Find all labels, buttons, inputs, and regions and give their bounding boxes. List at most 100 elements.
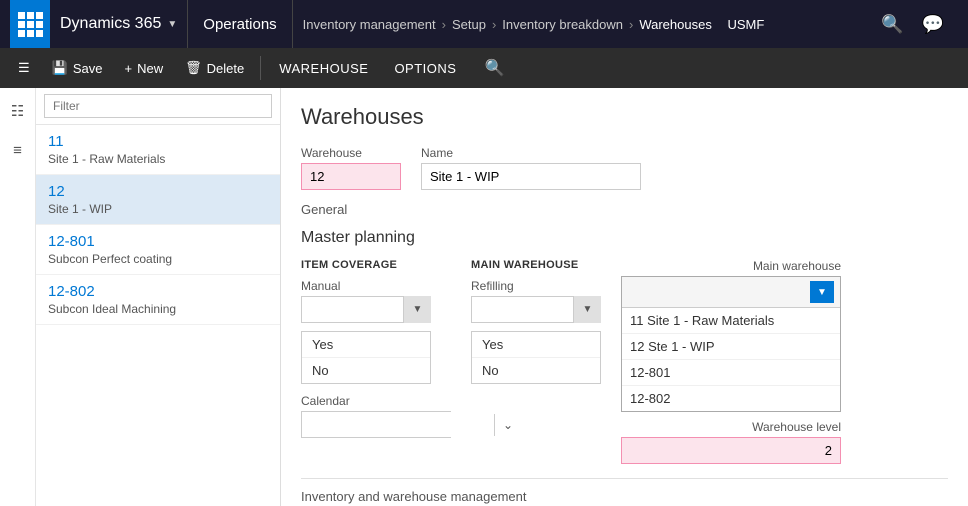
sidebar-item-12-801[interactable]: 12-801 Subcon Perfect coating [36, 225, 280, 275]
calendar-field: Calendar ⌄ [301, 394, 451, 438]
breadcrumb-sep-1: › [442, 17, 446, 32]
mw-dropdown-arrow-icon[interactable]: ▼ [810, 281, 834, 303]
sidebar-item-12-802-id: 12-802 [48, 283, 268, 300]
breadcrumb-item-2[interactable]: Setup [452, 17, 486, 32]
mw-item-1[interactable]: 11 Site 1 - Raw Materials [622, 308, 840, 333]
main-warehouse-dropdown: ▼ 11 Site 1 - Raw Materials 12 Ste 1 - W… [621, 276, 841, 412]
nav-actions: 🔍 💬 [867, 10, 958, 39]
mw-item-3[interactable]: 12-801 [622, 359, 840, 385]
breadcrumb-item-3[interactable]: Inventory breakdown [502, 17, 623, 32]
manual-label: Manual [301, 279, 451, 293]
sidebar-item-11-id: 11 [48, 133, 268, 150]
main-warehouse-col: MAIN WAREHOUSE Refilling ▼ Yes No [471, 259, 601, 384]
warehouse-level-input[interactable] [621, 437, 841, 464]
name-label: Name [421, 146, 641, 160]
sidebar-item-12-801-name: Subcon Perfect coating [48, 252, 268, 266]
master-planning-grid: ITEM COVERAGE Manual ▼ Yes No [301, 259, 948, 464]
item-coverage-col: ITEM COVERAGE Manual ▼ Yes No [301, 259, 451, 438]
filter-input[interactable] [44, 94, 272, 118]
refilling-yes-no-list: Yes No [471, 331, 601, 384]
refilling-dropdown-wrapper: ▼ [471, 296, 601, 323]
brand-title: Dynamics 365 [60, 15, 161, 33]
main-warehouse-right-label: Main warehouse [621, 259, 841, 273]
manual-dropdown[interactable] [301, 296, 431, 323]
page-title: Warehouses [301, 104, 948, 130]
warehouse-label: Warehouse [301, 146, 401, 160]
new-icon: + [124, 61, 132, 76]
refilling-no-item[interactable]: No [472, 357, 600, 383]
manual-field: Manual ▼ [301, 279, 451, 323]
warehouse-input[interactable] [301, 163, 401, 190]
nav-chat-button[interactable]: 💬 [918, 10, 948, 39]
delete-label: Delete [207, 61, 245, 76]
toolbar: ☰ 💾 Save + New 🗑 Delete WAREHOUSE OPTION… [0, 48, 968, 88]
options-tab-button[interactable]: OPTIONS [382, 52, 468, 84]
calendar-label: Calendar [301, 394, 451, 408]
warehouse-level-label: Warehouse level [621, 420, 841, 434]
save-label: Save [73, 61, 103, 76]
refilling-dropdown[interactable] [471, 296, 601, 323]
manual-dropdown-wrapper: ▼ [301, 296, 431, 323]
content-area: Warehouses Warehouse Name General Master… [281, 88, 968, 506]
sidebar-item-11-name: Site 1 - Raw Materials [48, 152, 268, 166]
sidebar-item-12-802[interactable]: 12-802 Subcon Ideal Machining [36, 275, 280, 325]
refilling-label: Refilling [471, 279, 601, 293]
main-warehouse-header: MAIN WAREHOUSE [471, 259, 601, 271]
hamburger-button[interactable]: ☰ [8, 52, 40, 84]
breadcrumb-sep-4 [718, 17, 722, 32]
refilling-yes-item[interactable]: Yes [472, 332, 600, 357]
new-button[interactable]: + New [114, 52, 173, 84]
name-input[interactable] [421, 163, 641, 190]
manual-yes-no-list: Yes No [301, 331, 431, 384]
grid-icon [18, 12, 43, 37]
manual-no-item[interactable]: No [302, 357, 430, 383]
delete-icon: 🗑 [185, 60, 202, 76]
mw-item-2[interactable]: 12 Ste 1 - WIP [622, 333, 840, 359]
save-icon: 💾 [52, 60, 68, 76]
module-name: Operations [188, 0, 292, 48]
sidebar-item-12-801-id: 12-801 [48, 233, 268, 250]
main-layout: ☷ ≡ 11 Site 1 - Raw Materials 12 Site 1 … [0, 88, 968, 506]
sidebar-filter-bar [36, 88, 280, 125]
sidebar-item-12-id: 12 [48, 183, 268, 200]
mw-dropdown-header: ▼ [622, 277, 840, 308]
master-planning-title: Master planning [301, 229, 948, 247]
sidebar-items-list: 11 Site 1 - Raw Materials 12 Site 1 - WI… [36, 125, 280, 506]
warehouse-field: Warehouse [301, 146, 401, 190]
mw-item-4[interactable]: 12-802 [622, 385, 840, 411]
breadcrumb-item-1[interactable]: Inventory management [303, 17, 436, 32]
brand-section: Dynamics 365 ▼ [50, 0, 188, 48]
top-navigation: Dynamics 365 ▼ Operations Inventory mana… [0, 0, 968, 48]
brand-dropdown-icon[interactable]: ▼ [167, 19, 177, 30]
bottom-section: Inventory and warehouse management [301, 478, 948, 504]
list-view-icon[interactable]: ≡ [9, 138, 26, 163]
nav-search-button[interactable]: 🔍 [877, 10, 907, 39]
warehouse-name-row: Warehouse Name [301, 146, 948, 190]
save-button[interactable]: 💾 Save [42, 52, 113, 84]
manual-yes-item[interactable]: Yes [302, 332, 430, 357]
sidebar-item-12-name: Site 1 - WIP [48, 202, 268, 216]
sidebar-item-12-802-name: Subcon Ideal Machining [48, 302, 268, 316]
calendar-dropdown-arrow[interactable]: ⌄ [494, 414, 521, 436]
sidebar-item-11[interactable]: 11 Site 1 - Raw Materials [36, 125, 280, 175]
refilling-field: Refilling ▼ [471, 279, 601, 323]
calendar-dropdown: ⌄ [301, 411, 451, 438]
delete-button[interactable]: 🗑 Delete [175, 52, 254, 84]
new-label: New [137, 61, 163, 76]
calendar-input[interactable] [302, 412, 494, 437]
inventory-management-label: Inventory and warehouse management [301, 489, 948, 504]
warehouse-level-field: Warehouse level [621, 420, 841, 464]
general-section-label: General [301, 202, 948, 217]
breadcrumb-item-4[interactable]: Warehouses [639, 17, 712, 32]
breadcrumb: Inventory management › Setup › Inventory… [293, 17, 868, 32]
filter-icon[interactable]: ☷ [7, 98, 28, 124]
left-icon-bar: ☷ ≡ [0, 88, 36, 506]
right-col: Main warehouse ▼ 11 Site 1 - Raw Materia… [621, 259, 841, 464]
breadcrumb-item-5: USMF [727, 17, 764, 32]
breadcrumb-sep-2: › [492, 17, 496, 32]
breadcrumb-sep-3: › [629, 17, 633, 32]
toolbar-search-button[interactable]: 🔍 [476, 54, 512, 82]
sidebar-item-12[interactable]: 12 Site 1 - WIP [36, 175, 280, 225]
warehouse-tab-button[interactable]: WAREHOUSE [267, 52, 380, 84]
app-launcher-button[interactable] [10, 0, 50, 48]
